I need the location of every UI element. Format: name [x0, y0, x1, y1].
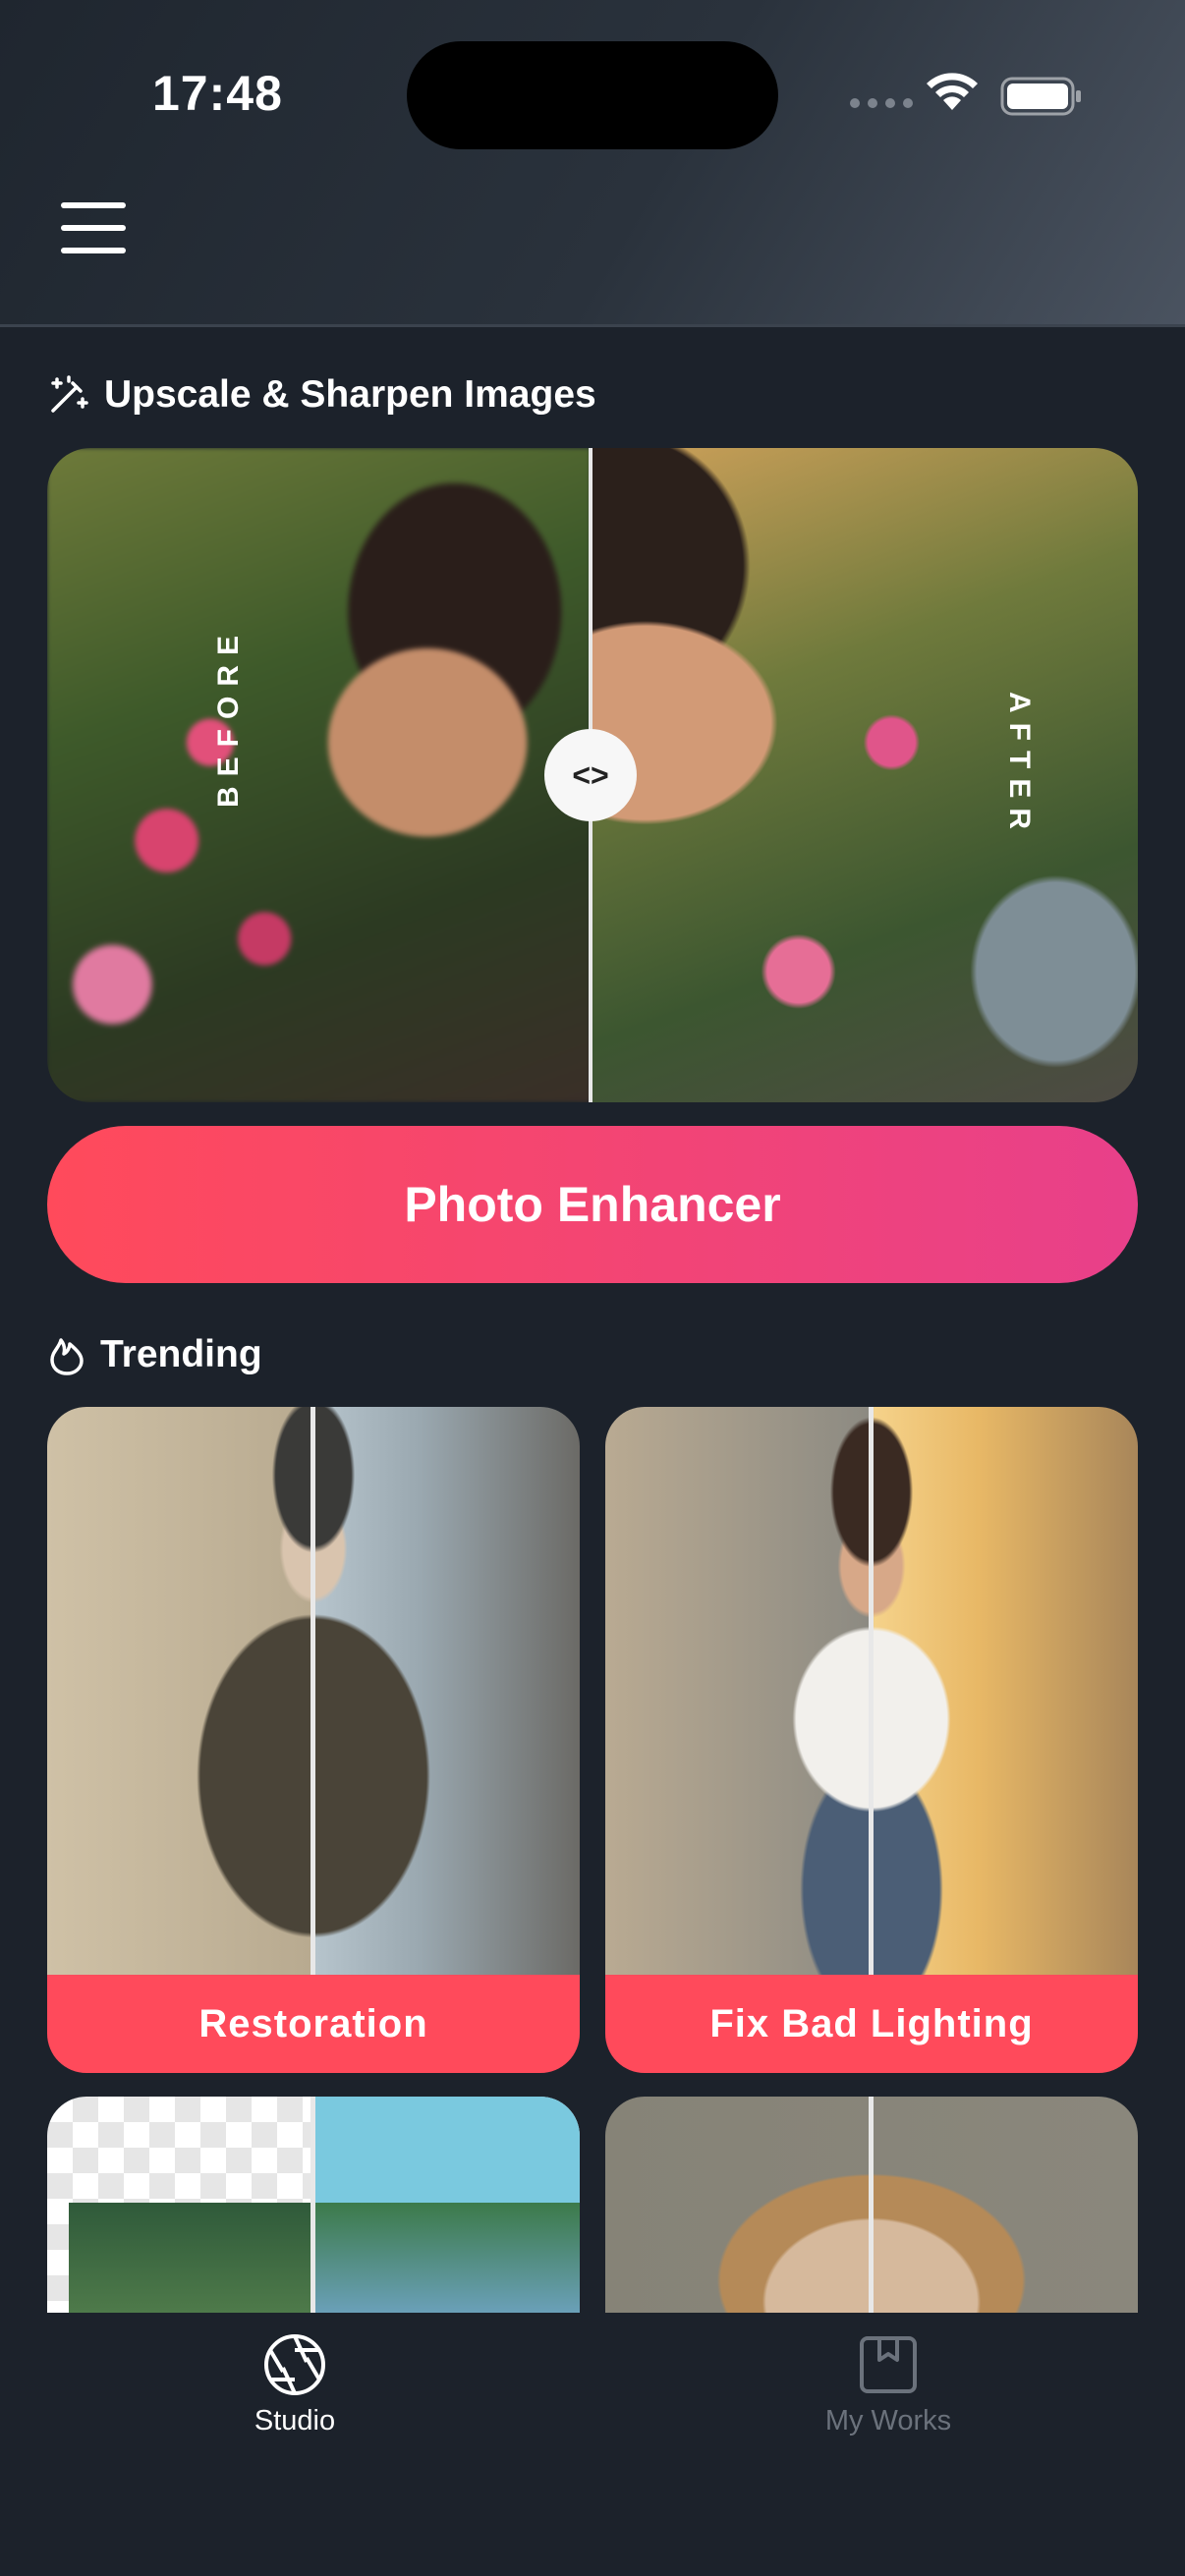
trending-section-header: Trending	[47, 1332, 262, 1377]
trending-card-fix-bad-lighting[interactable]: Fix Bad Lighting	[605, 1407, 1138, 2073]
hamburger-menu-icon[interactable]	[61, 202, 126, 253]
photo-enhancer-button[interactable]: Photo Enhancer	[47, 1126, 1138, 1283]
magic-wand-icon	[51, 375, 88, 413]
tab-my-works[interactable]: My Works	[741, 2332, 1036, 2437]
trending-card-portrait[interactable]	[605, 2097, 1138, 2313]
status-bar: 17:48	[0, 0, 1185, 196]
trending-card-label: Fix Bad Lighting	[605, 1975, 1138, 2073]
flame-icon	[50, 1338, 84, 1375]
chevrons-left-right-icon: <>	[572, 756, 609, 793]
trending-card-label: Restoration	[47, 1975, 580, 2073]
preview-divider	[869, 1407, 874, 1975]
dynamic-island	[407, 41, 778, 149]
after-image	[591, 448, 1138, 1102]
trending-section-title: Trending	[100, 1333, 262, 1375]
preview-divider	[869, 2097, 874, 2313]
tab-my-works-label: My Works	[824, 2405, 952, 2436]
preview-photo-left	[69, 2203, 312, 2313]
before-label: BEFORE	[212, 625, 245, 808]
preview-divider	[310, 2097, 315, 2313]
before-image	[47, 448, 591, 1102]
upscale-section-title: Upscale & Sharpen Images	[104, 373, 596, 416]
battery-icon	[1000, 77, 1081, 116]
upscale-section-header: Upscale & Sharpen Images	[47, 373, 596, 417]
trending-card-restoration[interactable]: Restoration	[47, 1407, 580, 2073]
comparison-slider-handle[interactable]: <>	[544, 729, 637, 821]
tab-studio[interactable]: Studio	[147, 2332, 442, 2437]
tab-studio-label: Studio	[254, 2405, 336, 2436]
aperture-icon	[264, 2334, 325, 2395]
bookmark-folder-icon	[860, 2336, 917, 2393]
preview-photo-right	[315, 2203, 580, 2313]
header-divider	[0, 324, 1185, 327]
trending-card-background-removal[interactable]	[47, 2097, 580, 2313]
before-after-comparison[interactable]: BEFORE AFTER <>	[47, 448, 1138, 1102]
after-label: AFTER	[1003, 692, 1036, 839]
cellular-signal-icon	[850, 98, 913, 108]
status-time: 17:48	[152, 66, 283, 121]
wifi-icon	[927, 73, 978, 110]
preview-divider	[310, 1407, 315, 1975]
